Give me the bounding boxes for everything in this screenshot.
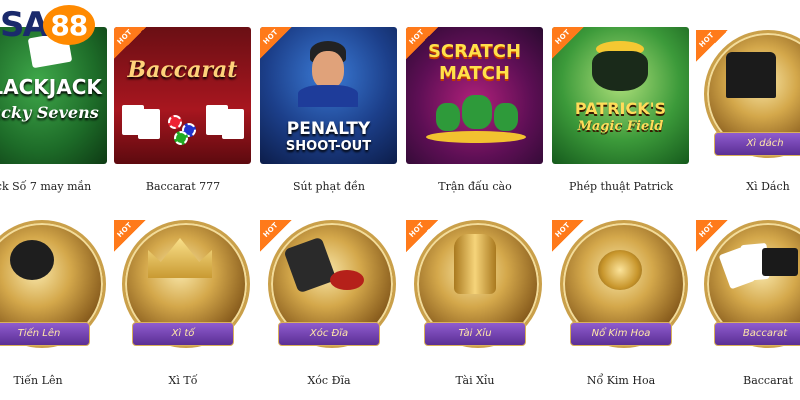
game-caption[interactable]: Xì Dách [698, 180, 800, 193]
hot-badge: HOT [406, 220, 438, 252]
art-subtitle: SHOOT-OUT [285, 139, 372, 154]
game-ribbon: Nổ Kim Hoa [570, 322, 672, 346]
baccarat-table-icon [122, 97, 244, 147]
game-ribbon: Xì dách [714, 132, 800, 156]
hot-badge: HOT [552, 27, 584, 59]
hot-badge: HOT [552, 220, 584, 252]
gold-flower-icon [598, 250, 642, 290]
red-bowl-icon [330, 270, 364, 290]
game-caption[interactable]: Jack Số 7 may mắn [0, 180, 108, 193]
art-subtitle: Lucky Sevens [0, 103, 99, 122]
money-bags-icon [426, 93, 526, 143]
pot-of-gold-icon [592, 41, 648, 93]
game-tile-blackjack[interactable]: BLACKJACK Lucky Sevens [0, 27, 107, 164]
hot-badge: HOT [406, 27, 438, 59]
game-tile-scratch-match[interactable]: HOT SCRATCH MATCH [406, 27, 543, 164]
hot-badge: HOT [696, 220, 728, 252]
hot-badge: HOT [260, 220, 292, 252]
game-tile-penalty[interactable]: HOT PENALTY SHOOT-OUT [260, 27, 397, 164]
game-caption[interactable]: Phép thuật Patrick [551, 180, 691, 193]
hot-badge: HOT [260, 27, 292, 59]
game-tile-baccarat-777[interactable]: HOT Baccarat [114, 27, 251, 164]
game-tile-xi-to[interactable]: HOT Xì tố [114, 220, 252, 360]
hot-badge: HOT [114, 220, 146, 252]
game-tile-tai-xiu[interactable]: HOT Tài Xỉu [406, 220, 544, 360]
hot-badge: HOT [114, 27, 146, 59]
game-caption[interactable]: Nổ Kim Hoa [551, 374, 691, 387]
art-title: PATRICK'S [574, 99, 667, 118]
game-caption[interactable]: Xì Tố [113, 374, 253, 387]
art-title: PENALTY [286, 119, 371, 139]
game-tile-patricks-magic-field[interactable]: HOT PATRICK'S Magic Field [552, 27, 689, 164]
game-ribbon: Tài Xỉu [424, 322, 526, 346]
game-caption[interactable]: Trận đấu cào [405, 180, 545, 193]
game-tile-xoc-dia[interactable]: HOT Xóc Đĩa [260, 220, 398, 360]
football-player-icon [298, 41, 358, 107]
game-caption[interactable]: Baccarat [698, 374, 800, 387]
game-tile-tien-len[interactable]: Tiến Lên [0, 220, 108, 360]
hot-badge: HOT [696, 30, 728, 62]
game-tile-baccarat[interactable]: HOT Baccarat [696, 220, 800, 360]
dice-shaker-icon [454, 234, 496, 294]
art-subtitle: Magic Field [577, 119, 664, 134]
game-ribbon: Tiến Lên [0, 322, 90, 346]
game-caption[interactable]: Baccarat 777 [113, 180, 253, 193]
game-ribbon: Xóc Đĩa [278, 322, 380, 346]
game-ribbon: Xì tố [132, 322, 234, 346]
art-title: BLACKJACK [0, 75, 102, 99]
brand-logo[interactable]: SA 88 [0, 4, 95, 46]
playing-cards-fan-icon [718, 242, 800, 294]
game-tile-xi-dach[interactable]: HOT Xì dách [696, 30, 800, 170]
brand-logo-number: 88 [42, 5, 95, 45]
bomb-cards-icon [10, 240, 54, 280]
art-title: Baccarat [127, 57, 238, 83]
game-caption[interactable]: Sút phạt đền [259, 180, 399, 193]
brand-logo-text: SA [0, 5, 49, 45]
game-caption[interactable]: Xóc Đĩa [259, 374, 399, 387]
game-ribbon: Baccarat [714, 322, 800, 346]
game-caption[interactable]: Tài Xỉu [405, 374, 545, 387]
top-hat-cards-icon [726, 52, 776, 98]
game-tile-no-kim-hoa[interactable]: HOT Nổ Kim Hoa [552, 220, 690, 360]
game-caption[interactable]: Tiến Lên [0, 374, 108, 387]
art-subtitle: MATCH [439, 63, 510, 84]
